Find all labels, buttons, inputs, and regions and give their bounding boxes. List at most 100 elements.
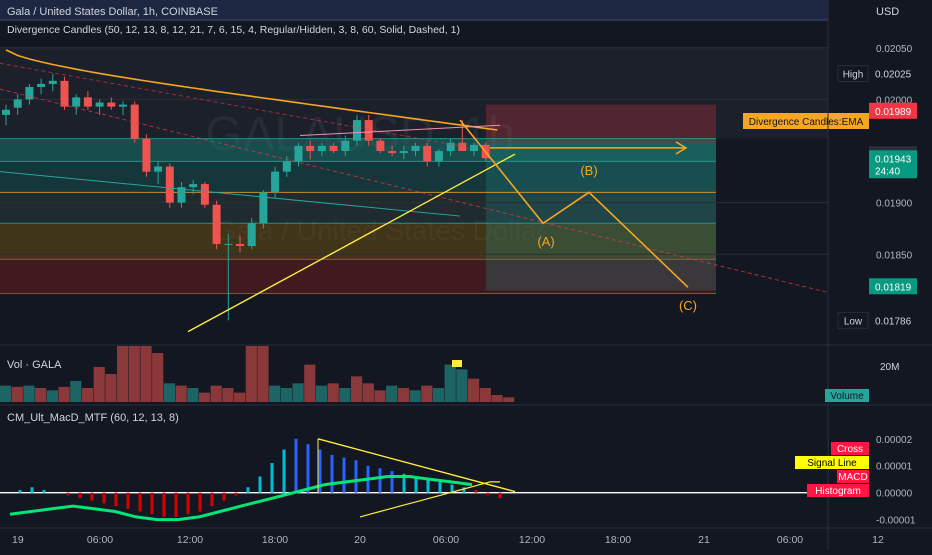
time-label: 19: [12, 534, 24, 546]
volume-bar: [468, 378, 480, 402]
price-label: 0.01943: [875, 154, 912, 165]
volume-badge: Volume: [830, 391, 864, 402]
volume-bar: [128, 346, 140, 402]
volume-bar: [292, 383, 304, 402]
symbol-title[interactable]: Gala / United States Dollar, 1h, COINBAS…: [7, 6, 218, 18]
time-label: 18:00: [262, 534, 288, 546]
price-axis[interactable]: USD 0.020500.020000.019000.01850High 0.02…: [837, 6, 917, 329]
volume-bar: [432, 388, 445, 402]
volume-bar: [257, 346, 269, 402]
macd-tick: -0.00001: [876, 516, 916, 527]
price-tick: 0.02050: [876, 44, 913, 55]
volume-bar: [479, 388, 491, 402]
macd-legend-item: Signal Line: [807, 458, 857, 469]
volume-bar: [105, 374, 117, 402]
volume-bar: [327, 383, 339, 402]
candle-body: [282, 161, 291, 172]
candle-body: [247, 223, 256, 246]
volume-bar: [70, 381, 82, 402]
price-label: 0.01989: [875, 107, 912, 118]
volume-bar: [315, 385, 328, 402]
volume-flag: [452, 360, 462, 367]
candle-body: [434, 151, 443, 162]
candle-body: [236, 243, 244, 246]
chart-canvas[interactable]: GALAUSD, 1h Gala / United States Dollar …: [0, 0, 932, 550]
volume-bar: [374, 390, 386, 402]
volume-bar: [444, 364, 456, 402]
volume-bar: [234, 392, 246, 402]
volume-bar: [304, 364, 316, 402]
macd-title[interactable]: CM_Ult_MacD_MTF (60, 12, 13, 8): [7, 412, 179, 424]
volume-bar: [456, 369, 468, 402]
candle-body: [353, 120, 361, 141]
candle-body: [25, 87, 34, 100]
macd-legend-item: Histogram: [815, 486, 861, 497]
candle-body: [2, 109, 10, 115]
volume-bar: [409, 390, 421, 402]
candle-body: [399, 151, 408, 154]
candle-body: [411, 145, 420, 152]
volume-title[interactable]: Vol · GALA: [7, 359, 62, 371]
macd-legend-item: MACD: [838, 472, 867, 483]
wave-label-b: (B): [580, 163, 597, 178]
candle-body: [48, 80, 57, 84]
volume-bar: [46, 390, 58, 402]
volume-bar: [491, 395, 503, 402]
time-label: 06:00: [433, 534, 459, 546]
volume-bar: [152, 353, 164, 402]
volume-bar: [81, 388, 94, 402]
wave-label-c: (C): [679, 298, 697, 313]
price-label: 0.02025: [875, 70, 912, 81]
volume-bar: [0, 385, 12, 402]
volume-bar: [93, 367, 105, 402]
candle-body: [83, 97, 92, 107]
time-label: 12: [872, 534, 884, 546]
candle-body: [341, 140, 350, 152]
volume-pane: [0, 346, 515, 402]
target-box: [486, 104, 716, 143]
volume-tick: 20M: [880, 362, 899, 373]
time-label: 18:00: [605, 534, 631, 546]
indicator-title[interactable]: Divergence Candles (50, 12, 13, 8, 12, 2…: [7, 24, 460, 36]
candle-body: [95, 102, 104, 107]
time-label: 06:00: [777, 534, 803, 546]
candle-body: [271, 171, 280, 193]
candle-body: [107, 102, 116, 107]
volume-bar: [163, 383, 175, 402]
low-label: Low: [844, 316, 863, 327]
candle-body: [458, 142, 467, 152]
volume-bar: [386, 385, 398, 402]
volume-bar: [269, 385, 281, 402]
price-zones: [0, 47, 828, 294]
time-label: 21: [698, 534, 710, 546]
volume-bar: [397, 388, 409, 402]
volume-bar: [11, 386, 23, 402]
volume-bar: [23, 385, 35, 402]
volume-bar: [351, 376, 363, 402]
candle-body: [212, 204, 221, 244]
candle-body: [13, 99, 22, 108]
candle-body: [142, 138, 151, 172]
candle-body: [72, 97, 81, 107]
candle-body: [119, 104, 127, 107]
time-axis[interactable]: 19 06:00 12:00 18:00 20 06:00 12:00 18:00 21 06:0…: [12, 534, 884, 546]
volume-bar: [280, 388, 292, 402]
volume-bar: [421, 385, 433, 402]
volume-bar: [198, 392, 211, 402]
price-tick: 0.01900: [876, 199, 913, 210]
price-label: 0.01786: [875, 316, 912, 327]
candle-body: [423, 145, 432, 162]
candle-body: [60, 80, 69, 107]
volume-bar: [503, 397, 515, 402]
volume-bar: [187, 388, 199, 402]
candle-body: [224, 243, 233, 245]
volume-bar: [339, 388, 351, 402]
time-label: 20: [354, 534, 366, 546]
volume-bar: [210, 385, 222, 402]
tradingview-chart: GALAUSD, 1h Gala / United States Dollar …: [0, 0, 932, 550]
candle-body: [154, 166, 163, 172]
volume-bar: [175, 385, 187, 402]
macd-tick: 0.00000: [876, 489, 913, 500]
candle-body: [189, 184, 198, 188]
countdown-label: 24:40: [875, 166, 900, 177]
